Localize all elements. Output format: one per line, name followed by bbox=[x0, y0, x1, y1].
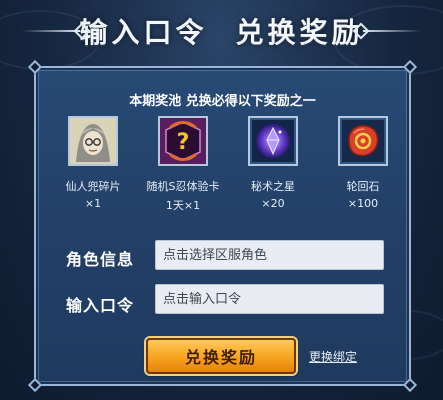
reward-frame bbox=[338, 116, 388, 166]
header-banner: 输入口令 兑换奖励 bbox=[22, 8, 421, 54]
purple-star-gem-icon bbox=[256, 124, 290, 158]
red-spiral-stone-icon bbox=[348, 125, 379, 157]
reward-quantity: ×20 bbox=[261, 197, 285, 210]
reward-frame: ? bbox=[158, 116, 208, 166]
reward-frame bbox=[248, 116, 298, 166]
reward-name: 随机S忍体验卡 bbox=[146, 180, 220, 193]
reward-name: 秘术之星 bbox=[251, 180, 295, 193]
header-title: 输入口令 兑换奖励 bbox=[79, 11, 363, 51]
svg-text:?: ? bbox=[177, 130, 190, 155]
mystery-card-icon: ? bbox=[160, 118, 206, 164]
corner-ornament bbox=[27, 377, 43, 393]
reward-quantity: ×100 bbox=[347, 197, 379, 210]
reward-item[interactable]: 轮回石 ×100 bbox=[328, 114, 398, 224]
code-label: 输入口令 bbox=[66, 296, 135, 315]
reward-pool-subtitle: 本期奖池 兑换必得以下奖励之一 bbox=[129, 94, 316, 109]
corner-ornament bbox=[402, 377, 418, 393]
role-info-label: 角色信息 bbox=[66, 250, 135, 269]
reward-item[interactable]: 秘术之星 ×20 bbox=[238, 114, 308, 224]
reward-quantity: 1天×1 bbox=[165, 199, 201, 212]
redeem-button[interactable]: 兑换奖励 bbox=[146, 338, 296, 374]
role-select-input[interactable] bbox=[155, 240, 384, 270]
ninja-portrait-icon bbox=[70, 118, 116, 164]
reward-name: 仙人兜碎片 bbox=[65, 180, 121, 193]
reward-item[interactable]: ? 随机S忍体验卡 1天×1 bbox=[146, 114, 220, 224]
header-line-left bbox=[22, 30, 80, 32]
reward-item[interactable]: 仙人兜碎片 ×1 bbox=[58, 114, 128, 224]
reward-list: 仙人兜碎片 ×1 ? 随机S忍体验卡 1天×1 秘术之星 ×20 轮回石 ×10… bbox=[58, 114, 398, 224]
reward-quantity: ×1 bbox=[84, 197, 102, 210]
reward-frame bbox=[68, 116, 118, 166]
code-input[interactable] bbox=[155, 284, 384, 314]
header-title-right: 兑换奖励 bbox=[235, 16, 364, 49]
redeem-code-screen: 输入口令 兑换奖励 本期奖池 兑换必得以下奖励之一 仙人兜碎片 ×1 ? 随机S… bbox=[0, 0, 443, 400]
reward-name: 轮回石 bbox=[346, 180, 380, 193]
header-title-left: 输入口令 bbox=[79, 16, 208, 49]
rebind-link[interactable]: 更换绑定 bbox=[309, 348, 357, 365]
header-line-right bbox=[363, 30, 421, 32]
redeem-panel: 本期奖池 兑换必得以下奖励之一 仙人兜碎片 ×1 ? 随机S忍体验卡 1天×1 … bbox=[27, 59, 418, 393]
